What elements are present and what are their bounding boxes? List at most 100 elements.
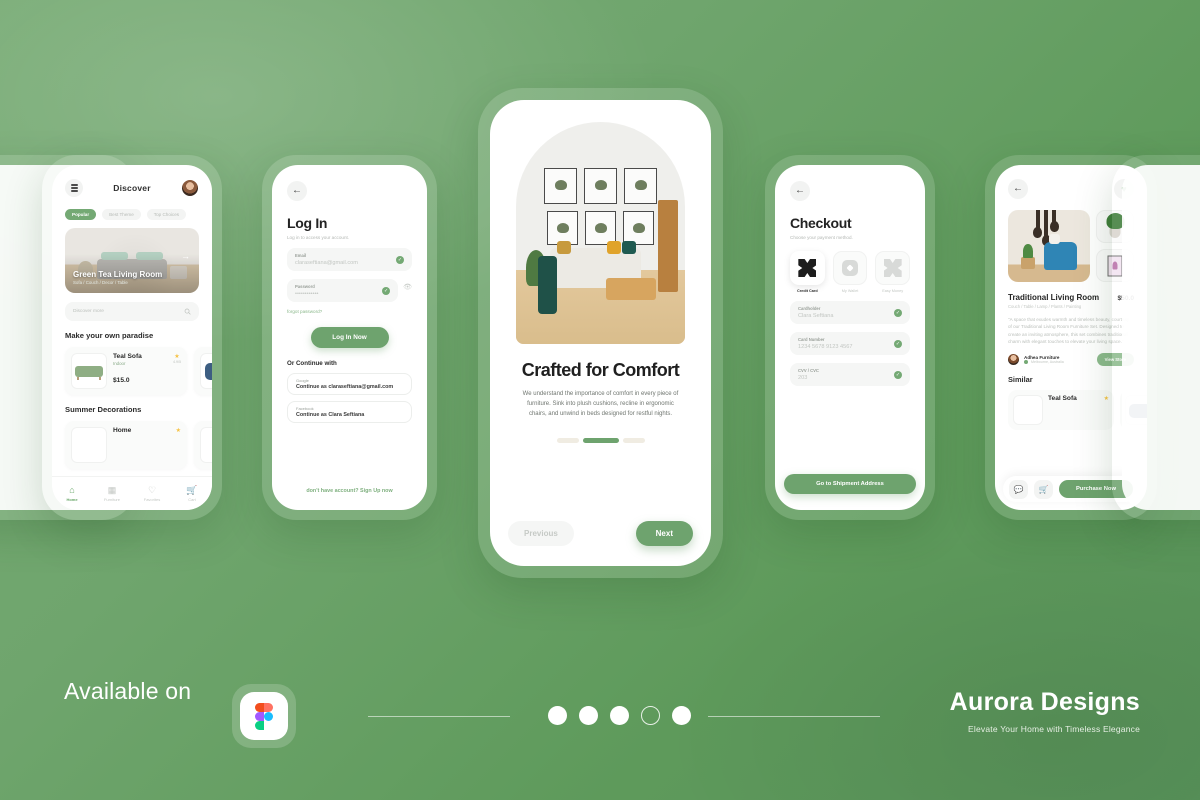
cart-icon: 🛒 (186, 484, 198, 495)
tab-label: Favorites (143, 496, 161, 502)
carousel-dots (548, 706, 691, 725)
check-icon: ✓ (382, 286, 391, 295)
brand-block: Aurora Designs Elevate Your Home with Ti… (950, 688, 1140, 734)
tab-home[interactable]: ⌂ Home (52, 484, 92, 502)
tab-label: Cart (188, 496, 196, 502)
divider-left (368, 716, 510, 717)
cvv-field[interactable]: CVV / CVC 203 ✓ (790, 363, 910, 386)
payment-method-easy-money[interactable]: Easy Money (875, 251, 911, 293)
email-label: Email (295, 253, 307, 258)
back-button[interactable]: ← (1008, 179, 1028, 199)
carousel-dot-1[interactable] (548, 706, 567, 725)
progress-dot-active[interactable] (582, 437, 619, 443)
search-input[interactable]: Discover more (65, 302, 199, 321)
check-icon: ✓ (894, 339, 902, 348)
signup-link[interactable]: don't have account? Sign Up now (272, 488, 427, 494)
product-card-home[interactable]: Home ★ (65, 421, 187, 469)
sofa-icon: ▦ (107, 484, 117, 495)
tab-label: Home (66, 496, 78, 502)
product-subtitle: Indoor (113, 361, 126, 366)
page-title: Discover (113, 183, 151, 193)
hamburger-icon[interactable] (65, 179, 83, 197)
discover-header: Discover (65, 179, 199, 197)
chip-best-theme[interactable]: Best Theme (102, 209, 141, 220)
onboarding-illustration (516, 122, 685, 344)
avatar[interactable] (180, 179, 199, 197)
product-thumbnail (200, 353, 212, 389)
google-login-option[interactable]: Google Continue as claraseftiana@gmail.c… (287, 373, 412, 395)
product-card-list: Teal Sofa Indoor $15.0 ★ 4.9/5 (65, 347, 212, 395)
product-card-extra[interactable] (194, 421, 212, 469)
status-dot (1024, 360, 1028, 365)
chip-top-choices[interactable]: Top Choices (146, 209, 187, 220)
payment-method-my-wallet[interactable]: My Wallet (832, 251, 868, 293)
previous-button[interactable]: Previous (508, 521, 574, 546)
card-number-field[interactable]: Card Number 1234 5678 9123 4567 ✓ (790, 332, 910, 355)
next-button[interactable]: Next (635, 521, 693, 546)
product-card-teal-sofa[interactable]: Teal Sofa Indoor $15.0 ★ 4.9/5 (65, 347, 187, 395)
carousel-dot-4[interactable] (641, 706, 660, 725)
star-icon: ★ (174, 354, 180, 360)
page-title: Checkout (790, 215, 852, 231)
cardholder-field[interactable]: Cardholder Clara Seftiana ✓ (790, 301, 910, 324)
password-field[interactable]: Password •••••••••••• ✓ (287, 279, 399, 302)
payment-method-label: My Wallet (841, 289, 859, 293)
facebook-login-option[interactable]: Facebook Continue as Clara Seftiana (287, 401, 412, 423)
product-card-blue-chair[interactable] (194, 347, 212, 395)
wallet-icon (842, 260, 858, 276)
tab-cart[interactable]: 🛒 Cart (172, 484, 212, 502)
arrow-right-icon[interactable]: → (181, 251, 190, 261)
category-chips: Popular Best Theme Top Choices (65, 209, 199, 220)
home-icon: ⌂ (69, 484, 75, 495)
back-button[interactable]: ← (287, 181, 307, 201)
product-thumbnail (1013, 395, 1043, 426)
progress-dot[interactable] (556, 437, 579, 443)
carousel-dot-3[interactable] (610, 706, 629, 725)
chip-popular[interactable]: Popular (65, 209, 97, 220)
star-icon: ★ (1103, 396, 1109, 403)
store-avatar (1008, 354, 1019, 366)
hero-card[interactable]: → Green Tea Living Room Sofa / Couch / D… (65, 228, 199, 293)
field-value: 203 (798, 375, 808, 381)
available-on-label: Available on (64, 678, 192, 704)
hero-title: Green Tea Living Room (73, 270, 163, 279)
wall-art-grid (541, 168, 661, 252)
progress-dot[interactable] (622, 437, 645, 443)
check-icon: ✓ (894, 308, 902, 317)
login-button[interactable]: Log In Now (310, 327, 389, 348)
figma-platform-tile[interactable] (232, 684, 296, 748)
heart-icon: ♡ (147, 484, 157, 495)
phone-mockup-discover: Discover Popular Best Theme Top Choices … (42, 155, 222, 520)
bottom-tab-bar: ⌂ Home ▦ Furniture ♡ Favorites 🛒 Cart (52, 476, 212, 510)
brand-title: Aurora Designs (949, 688, 1140, 716)
page-subtitle: Log in to access your account. (287, 235, 350, 240)
carousel-dot-2[interactable] (579, 706, 598, 725)
chat-icon[interactable]: 💬 (1009, 479, 1028, 499)
carousel-dot-5[interactable] (672, 706, 691, 725)
forgot-password-link[interactable]: forgot password? (287, 309, 412, 314)
easy-money-icon (883, 259, 902, 277)
back-button[interactable]: ← (790, 181, 810, 201)
onboarding-body: We understand the importance of comfort … (522, 391, 679, 417)
similar-card-teal-sofa[interactable]: Teal Sofa ★ (1008, 390, 1114, 431)
go-to-shipment-address-button[interactable]: Go to Shipment Address (784, 474, 916, 494)
email-value: claraseftiana@gmail.com (295, 260, 358, 266)
product-main-image[interactable] (1008, 210, 1090, 282)
product-rating: 4.9/5 (173, 360, 181, 364)
email-field[interactable]: Email claraseftiana@gmail.com ✓ (287, 248, 412, 271)
eye-off-icon[interactable]: 👁 (403, 283, 412, 291)
tab-furniture[interactable]: ▦ Furniture (92, 484, 132, 502)
search-icon (184, 308, 191, 315)
phone-mockup-offscreen-right (1112, 155, 1200, 520)
payment-method-credit-card[interactable]: Credit Card (790, 251, 825, 293)
field-value: 1234 5678 9123 4567 (798, 344, 853, 350)
onboarding-title: Crafted for Comfort (521, 360, 680, 380)
payment-method-label: Credit Card (796, 289, 818, 293)
provider-value: Continue as Clara Seftiana (296, 412, 365, 418)
tab-favorites[interactable]: ♡ Favorites (132, 484, 172, 502)
product-thumbnail (71, 427, 107, 463)
page-title: Log In (287, 215, 328, 231)
payment-method-label: Easy Money (882, 289, 904, 293)
phone-mockup-checkout: ← Checkout Choose your payment method. C… (765, 155, 935, 520)
cart-icon[interactable]: 🛒 (1034, 479, 1053, 499)
